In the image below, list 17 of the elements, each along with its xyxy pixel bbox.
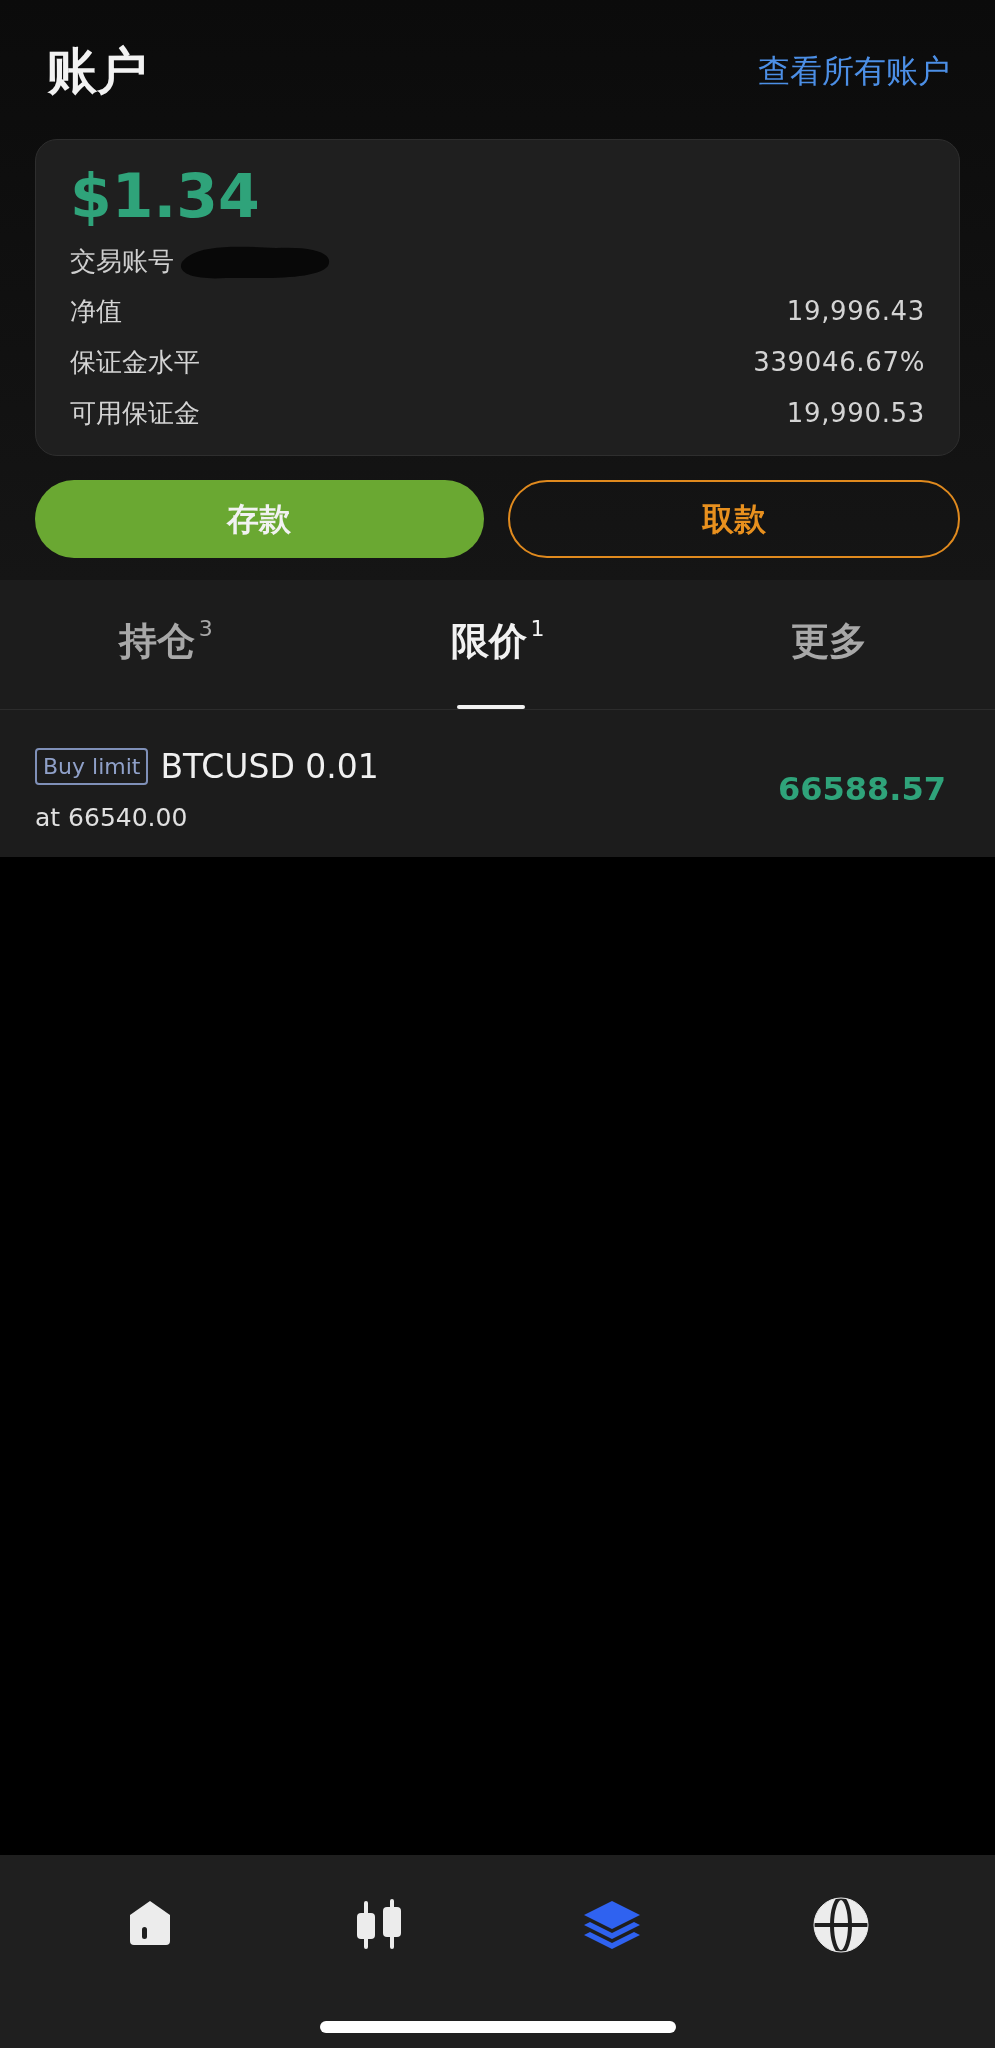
page-title: 账户 [47,41,147,102]
view-all-accounts-link[interactable]: 查看所有账户 [758,47,950,96]
tab[interactable]: 更多 [791,579,868,709]
order-price-text: at 66540.00 [35,802,189,834]
row-label: 可用保证金 [70,396,200,430]
account-number-label: 交易账号 [70,245,174,278]
order-type-tag: Buy limit [35,747,149,785]
order-symbol: BTCUSD 0.01 [160,745,379,788]
row-label: 净值 [70,294,122,328]
row-label: 保证金水平 [70,345,200,379]
balance-amount: $1.34 [70,165,261,226]
globe-icon[interactable] [812,1897,869,1953]
row-value: 19,996.43 [786,294,925,328]
withdraw-button[interactable]: 取款 [507,479,960,558]
row-value: 19,990.53 [786,396,925,430]
current-price: 66588.57 [778,769,946,810]
row-value: 339046.67% [753,345,925,379]
